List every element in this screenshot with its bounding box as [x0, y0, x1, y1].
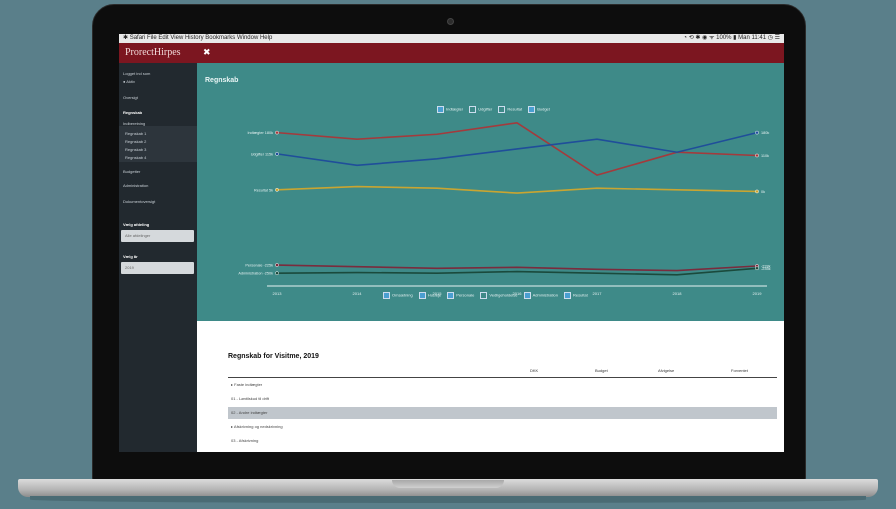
row-label: ▸ Afskrivning og nedskrivning: [231, 424, 283, 429]
x-tick-label: 2017: [593, 291, 603, 296]
series-line[interactable]: [276, 267, 758, 276]
table-row[interactable]: 01 - Løntilskud til drift: [228, 393, 777, 405]
checkbox-icon[interactable]: [383, 292, 390, 299]
series-start-label: Resultat 5k: [254, 188, 273, 192]
table-panel: Regnskab for Visitme, 2019 DKK Budget Af…: [197, 321, 784, 452]
data-point[interactable]: [755, 130, 759, 135]
column-header[interactable]: Afvigelse: [658, 368, 674, 373]
checkbox-icon[interactable]: [480, 292, 488, 299]
series-start-label: Administration -250k: [238, 272, 273, 276]
x-tick-label: 2018: [673, 291, 683, 296]
line-chart: 2013 2014 2015 2016 2017 2018 2019Indtægter 18…: [238, 121, 771, 296]
chart-panel: Regnskab Indtægter Udgifter Resultat Bud…: [197, 63, 784, 321]
table-row[interactable]: ▸ Faste indtægter: [228, 379, 777, 391]
sidebar: Logget ind som ● Aktiv Oversigt Regnskab…: [119, 63, 197, 452]
screen: ✱ Safari File Edit View History Bookmark…: [119, 34, 784, 452]
sidebar-subitem-3[interactable]: Regnskab 3: [125, 147, 146, 152]
series-start-label: Udgifter 115k: [251, 152, 273, 156]
sidebar-item-oversigt[interactable]: Oversigt: [123, 95, 138, 100]
data-point[interactable]: [275, 263, 279, 267]
sidebar-subitem-2[interactable]: Regnskab 2: [125, 139, 146, 144]
row-values: [534, 379, 777, 391]
legend-label: Personale: [456, 292, 475, 298]
table-title: Regnskab for Visitme, 2019: [228, 353, 319, 360]
legend-item[interactable]: Omsætning: [383, 292, 413, 299]
data-point[interactable]: [755, 153, 759, 158]
series-line[interactable]: [276, 185, 758, 194]
sidebar-item-regnskab[interactable]: Regnskab: [123, 110, 142, 115]
series-end-label: -235k: [761, 267, 771, 271]
brand-logo[interactable]: ProrectHirpes: [125, 47, 181, 58]
sidebar-user-status: ● Aktiv: [123, 79, 135, 84]
series-line[interactable]: [276, 264, 758, 272]
table-row[interactable]: 03 - Afskrivning: [228, 435, 777, 447]
row-label: 02 - Andre indtægter: [231, 410, 268, 415]
laptop-shadow: [30, 496, 866, 503]
table-row[interactable]: ▸ Afskrivning og nedskrivning: [228, 421, 777, 433]
x-tick-label: 2019: [753, 291, 763, 296]
sidebar-user-label: Logget ind som: [123, 71, 151, 76]
series-end-label: 0k: [761, 190, 765, 194]
legend-item[interactable]: Administration: [523, 292, 558, 299]
laptop-notch: [392, 480, 504, 488]
menubar-left[interactable]: ✱ Safari File Edit View History Bookmark…: [123, 34, 272, 43]
legend-item[interactable]: Vedligeholdelse: [480, 292, 517, 299]
table-divider: [228, 377, 777, 378]
data-point[interactable]: [275, 152, 279, 156]
row-label: 01 - Løntilskud til drift: [231, 396, 270, 401]
data-point[interactable]: [755, 189, 759, 194]
filter-year-select[interactable]: 2019: [121, 262, 194, 274]
row-values: [534, 435, 777, 447]
os-menubar: ✱ Safari File Edit View History Bookmark…: [119, 34, 784, 43]
data-point[interactable]: [275, 187, 279, 192]
table-row-selected[interactable]: 02 - Andre indtægter: [228, 407, 777, 419]
row-label: ▸ Faste indtægter: [231, 382, 263, 387]
checkbox-icon[interactable]: [523, 292, 531, 299]
series-start-label: Personale -225k: [245, 264, 273, 268]
checkbox-icon[interactable]: [418, 292, 426, 299]
sidebar-submenu: Regnskab 1 Regnskab 2 Regnskab 3 Regnska…: [119, 126, 197, 162]
menubar-status[interactable]: ◔ ⟲ ✱ ◉ ᯤ 100% ▮ Man 11:41 ◷ ☰: [683, 34, 780, 43]
data-point[interactable]: [755, 266, 759, 271]
legend-label: Vedligeholdelse: [489, 292, 518, 298]
sidebar-item-administration[interactable]: Administration: [123, 183, 148, 188]
menu-toggle-icon[interactable]: ✖: [203, 47, 211, 58]
legend-label: Husleje: [427, 292, 442, 298]
series-start-label: Indtægter 180k: [247, 131, 273, 135]
data-point[interactable]: [275, 130, 279, 135]
legend-item[interactable]: Personale: [447, 292, 474, 299]
legend-item[interactable]: Husleje: [418, 292, 442, 299]
camera-icon: [447, 18, 454, 25]
row-values: [534, 421, 777, 433]
filter-afdeling-select[interactable]: Alle afdelinger: [121, 230, 194, 242]
checkbox-icon[interactable]: [447, 292, 455, 299]
series-end-label: 110k: [761, 154, 769, 158]
column-header[interactable]: Budget: [595, 368, 608, 373]
column-header[interactable]: DKK: [530, 368, 538, 373]
app-header: ProrectHirpes ✖: [119, 43, 784, 63]
legend-label: Omsætning: [392, 292, 413, 298]
row-label: 03 - Afskrivning: [231, 438, 259, 443]
checkbox-icon[interactable]: [564, 292, 572, 299]
row-values: [534, 393, 777, 405]
sidebar-item-budgetter[interactable]: Budgetter: [123, 169, 140, 174]
column-header[interactable]: Forventet: [731, 368, 748, 373]
bottom-legend: Omsætning Husleje Personale Vedligeholde…: [383, 292, 593, 299]
filter-afdeling-label: Vælg afdeling: [123, 222, 150, 227]
series-line[interactable]: [276, 131, 758, 167]
sidebar-subitem-4[interactable]: Regnskab 4: [125, 155, 146, 160]
sidebar-subitem-1[interactable]: Regnskab 1: [125, 131, 146, 136]
x-tick-label: 2013: [273, 291, 283, 296]
legend-label: Resultat: [573, 292, 588, 298]
x-tick-label: 2014: [353, 291, 363, 296]
legend-label: Administration: [532, 292, 558, 298]
filter-year-label: Vælg år: [123, 254, 138, 259]
data-point[interactable]: [275, 271, 279, 276]
series-end-label: 180k: [761, 131, 769, 135]
legend-item[interactable]: Resultat: [564, 292, 588, 299]
sidebar-item-dokumentoversigt[interactable]: Dokumentoversigt: [123, 199, 155, 204]
